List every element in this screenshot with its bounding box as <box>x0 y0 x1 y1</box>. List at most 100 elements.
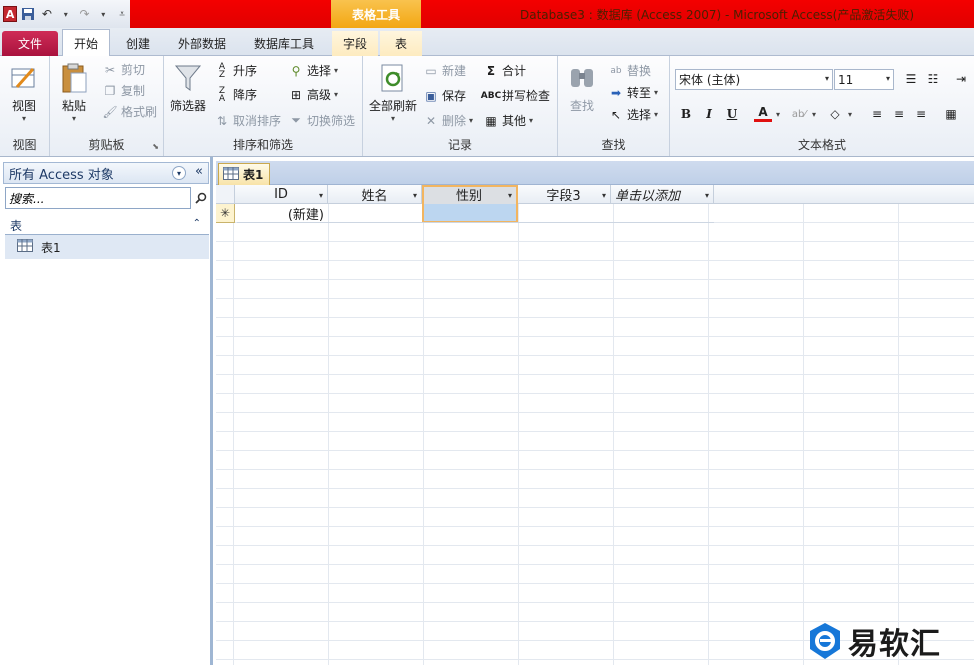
sort-descending-button[interactable]: Z A 降序 <box>214 86 257 103</box>
save-label: 保存 <box>442 89 467 103</box>
chevron-down-icon[interactable]: ▾ <box>413 191 417 200</box>
chevron-down-icon[interactable]: ▾ <box>812 110 816 119</box>
view-button-label: 视图 <box>11 99 36 113</box>
bold-button[interactable]: B <box>675 104 697 124</box>
view-button[interactable]: 视图 ▾ <box>8 62 40 123</box>
group-clipboard-label: 剪贴板 <box>88 138 125 152</box>
tab-external-data[interactable]: 外部数据 <box>166 31 238 56</box>
tab-home[interactable]: 开始 <box>62 29 110 57</box>
redo-dropdown-icon[interactable]: ▾ <box>95 5 111 23</box>
more-icon: ▦ <box>485 113 497 128</box>
search-icon[interactable] <box>192 187 209 209</box>
datasheet-grid[interactable] <box>216 185 974 665</box>
save-icon[interactable] <box>20 5 36 23</box>
navigation-pane-header[interactable]: 所有 Access 对象 ▾ « <box>3 162 209 184</box>
select-all-corner[interactable] <box>216 185 235 204</box>
chevron-down-icon: ▾ <box>824 74 829 83</box>
undo-icon[interactable]: ↶ <box>39 5 55 23</box>
group-find: 查找 ab 替换 ➡ 转至 ▾ ↖ 选择 ▾ 查找 <box>558 56 670 156</box>
refresh-icon <box>377 62 409 94</box>
group-sort-filter-label: 排序和筛选 <box>232 138 293 152</box>
find-button[interactable]: 查找 <box>566 62 598 114</box>
advanced-filter-button[interactable]: ⊞ 高级 ▾ <box>288 86 338 103</box>
goto-button[interactable]: ➡ 转至 ▾ <box>608 84 658 101</box>
refresh-all-button[interactable]: 全部刷新 ▾ <box>369 62 417 123</box>
align-left-icon[interactable]: ≡ <box>866 104 888 124</box>
copy-icon: ❐ <box>104 83 116 98</box>
chevron-down-icon[interactable]: ▾ <box>319 191 323 200</box>
filter-button[interactable]: 筛选器 <box>170 62 206 114</box>
chevron-down-icon[interactable]: ▾ <box>705 191 709 200</box>
format-painter-button[interactable]: 🖌 格式刷 <box>102 103 157 120</box>
copy-button[interactable]: ❐ 复制 <box>102 82 145 99</box>
new-record-id-cell[interactable]: (新建) <box>237 204 328 223</box>
group-records-label: 记录 <box>447 138 472 152</box>
highlight-icon[interactable]: ab⁄ <box>788 104 810 124</box>
watermark-text: 易软汇 <box>848 627 941 662</box>
group-view: 视图 ▾ 视图 <box>0 56 50 156</box>
selection-filter-icon: ⚲ <box>291 63 301 78</box>
remove-sort-button[interactable]: ⇅ 取消排序 <box>214 112 281 129</box>
nav-group-tables[interactable]: 表 ⌃ <box>5 217 209 235</box>
numbering-icon[interactable]: ☷ <box>922 69 944 89</box>
customize-qat-icon[interactable]: ⩡ <box>114 5 130 23</box>
chevron-up-icon[interactable]: ⌃ <box>193 218 201 229</box>
view-icon <box>8 62 40 94</box>
chevron-down-icon[interactable]: ▾ <box>776 110 780 119</box>
font-color-icon[interactable]: A <box>754 104 772 122</box>
fill-color-icon[interactable]: ◇ <box>824 104 846 124</box>
tab-fields[interactable]: 字段 <box>332 31 378 56</box>
cut-button[interactable]: ✂ 剪切 <box>102 61 145 78</box>
chevron-down-icon: ▾ <box>885 74 890 83</box>
undo-dropdown-icon[interactable]: ▾ <box>58 5 74 23</box>
dialog-launcher-icon[interactable]: ⬊ <box>152 142 159 151</box>
save-record-button[interactable]: ▣ 保存 <box>423 87 466 104</box>
delete-record-button[interactable]: ✕ 删除 ▾ <box>423 112 473 129</box>
column-header-click-to-add[interactable]: 单击以添加 ▾ <box>611 185 714 204</box>
tab-file[interactable]: 文件 <box>2 31 58 56</box>
toggle-filter-button[interactable]: ⏷ 切换筛选 <box>288 112 355 129</box>
column-header-name[interactable]: 姓名 ▾ <box>328 185 422 204</box>
font-size-combo[interactable]: 11 ▾ <box>834 69 894 90</box>
document-tab-table1[interactable]: 表1 <box>218 163 270 185</box>
column-header-id[interactable]: ID ▾ <box>235 185 328 204</box>
nav-item-table1[interactable]: 表1 <box>5 235 209 259</box>
row-divider <box>237 222 714 223</box>
save-icon: ▣ <box>425 88 437 103</box>
new-record-button[interactable]: ▭ 新建 <box>423 62 466 79</box>
indent-icon[interactable]: ⇥ <box>950 69 972 89</box>
replace-button[interactable]: ab 替换 <box>608 62 651 79</box>
font-name-combo[interactable]: 宋体 (主体) ▾ <box>675 69 833 90</box>
more-button[interactable]: ▦ 其他 ▾ <box>483 112 533 129</box>
totals-button[interactable]: Σ 合计 <box>483 62 526 79</box>
access-app-icon[interactable]: A <box>3 6 18 22</box>
font-size-value: 11 <box>838 72 854 87</box>
watermark: 易软汇 <box>808 619 941 663</box>
group-view-label: 视图 <box>12 138 37 152</box>
paste-button[interactable]: 粘贴 ▾ <box>58 62 90 123</box>
sort-ascending-button[interactable]: A Z 升序 <box>214 62 257 79</box>
spelling-button[interactable]: ABC 拼写检查 <box>481 87 550 104</box>
chevron-down-icon[interactable]: ▾ <box>172 166 186 180</box>
tab-table[interactable]: 表 <box>380 31 422 56</box>
align-right-icon[interactable]: ≡ <box>910 104 932 124</box>
align-center-icon[interactable]: ≡ <box>888 104 910 124</box>
selection-filter-button[interactable]: ⚲ 选择 ▾ <box>288 62 338 79</box>
column-header-field3[interactable]: 字段3 ▾ <box>517 185 611 204</box>
underline-button[interactable]: U <box>721 104 743 124</box>
gridlines-icon[interactable]: ▦ <box>940 104 962 124</box>
delete-icon: ✕ <box>425 113 437 128</box>
bullets-icon[interactable]: ☰ <box>900 69 922 89</box>
new-record-selector[interactable]: ✳ <box>216 204 235 223</box>
navigation-search-input[interactable]: 搜索... <box>5 187 191 209</box>
chevron-down-icon: ▾ <box>391 114 396 123</box>
tab-database-tools[interactable]: 数据库工具 <box>242 31 326 56</box>
select-button[interactable]: ↖ 选择 ▾ <box>608 106 658 123</box>
collapse-pane-icon[interactable]: « <box>195 164 203 179</box>
redo-icon[interactable]: ↷ <box>77 5 93 23</box>
replace-icon: ab <box>610 65 622 76</box>
chevron-down-icon[interactable]: ▾ <box>602 191 606 200</box>
italic-button[interactable]: I <box>698 104 720 124</box>
tab-create[interactable]: 创建 <box>114 31 162 56</box>
chevron-down-icon[interactable]: ▾ <box>848 110 852 119</box>
